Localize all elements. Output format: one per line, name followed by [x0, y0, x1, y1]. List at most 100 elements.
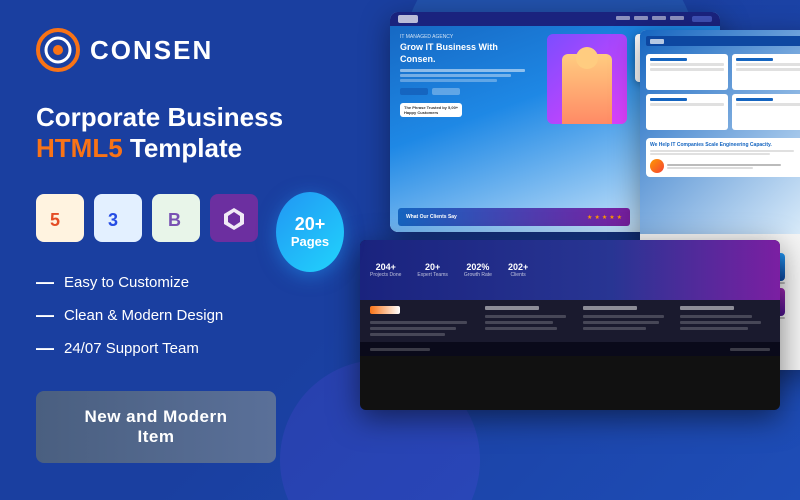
ss-dark-line1 [370, 321, 467, 324]
ss-card4-line1 [736, 98, 773, 101]
feature-text-3: 24/07 Support Team [64, 340, 199, 357]
ss-side-card-1 [646, 54, 728, 90]
ss-clients-say-banner: What Our Clients Say ★ ★ ★ ★ ★ [398, 208, 630, 226]
title-line1: Corporate Business [36, 102, 344, 133]
ss-nav-link-2 [634, 16, 648, 20]
ss-footer-bar [360, 342, 780, 356]
ss-stat-label-4: Clients [508, 272, 528, 278]
ss-bottom-dark [360, 300, 780, 342]
css3-icon: 3 [104, 204, 132, 232]
ss-dark-col4-l3 [680, 327, 747, 330]
ss-stat-label-2: Expert Teams [417, 272, 447, 278]
ss-hero-line3 [400, 79, 497, 82]
ss-dark-col3-l3 [583, 327, 646, 330]
bootstrap-icon-box: B [152, 194, 200, 242]
stack-icon-box [210, 194, 258, 242]
ss-it-line2 [650, 153, 770, 155]
ss-side-top: We Help IT Companies Scale Engineering C… [640, 30, 800, 234]
consen-logo-icon [36, 28, 80, 72]
ss-main-nav [390, 12, 720, 26]
ss-stat-num-4: 202+ [508, 262, 528, 272]
ss-card2-line3 [736, 68, 800, 71]
ss-dark-col3 [583, 306, 673, 336]
feature-text-2: Clean & Modern Design [64, 307, 223, 324]
left-panel: CONSEN Corporate Business HTML5 Template… [0, 0, 380, 500]
star-3: ★ [602, 214, 607, 221]
features-list: — Easy to Customize — Clean & Modern Des… [36, 272, 344, 359]
ss-dark-col2-title [485, 306, 539, 310]
ss-nav-link-4 [670, 16, 684, 20]
feature-dash-2: — [36, 305, 54, 326]
ss-side-logo [650, 39, 664, 44]
ss-dark-col3-l1 [583, 315, 664, 318]
ss-hero-btn1 [400, 88, 428, 95]
title-html5: HTML5 [36, 133, 123, 163]
ss-dark-col4 [680, 306, 770, 336]
ss-stat-3: 202% Growth Rate [464, 262, 492, 278]
ss-card3-line1 [650, 98, 687, 101]
ss-hero-text: IT MANAGED AGENCY Grow IT Business WithC… [400, 34, 539, 119]
feature-text-1: Easy to Customize [64, 274, 189, 291]
ss-person-head [576, 47, 598, 69]
pages-count: 20+ [295, 215, 326, 235]
ss-dark-col2-l2 [485, 321, 552, 324]
ss-nav-link-1 [616, 16, 630, 20]
pages-badge: 20+ Pages [276, 192, 344, 272]
ss-dark-line2 [370, 327, 456, 330]
feature-dash-1: — [36, 272, 54, 293]
ss-stat-num-2: 20+ [417, 262, 447, 272]
cta-button[interactable]: New and Modern Item [36, 391, 276, 463]
ss-hero-line1 [400, 69, 525, 72]
ss-hero-line2 [400, 74, 511, 77]
star-1: ★ [587, 214, 592, 221]
ss-it-company-title: We Help IT Companies Scale Engineering C… [650, 142, 800, 148]
ss-card1-line1 [650, 58, 687, 61]
ss-dark-col4-title [680, 306, 734, 310]
ss-dark-col4-l2 [680, 321, 761, 324]
html5-icon-box: 5 [36, 194, 84, 242]
screenshot-bottom: 204+ Projects Done 20+ Expert Teams 202%… [360, 240, 780, 410]
ss-clients-say-text: What Our Clients Say [406, 214, 457, 220]
ss-side-grid [646, 54, 800, 130]
right-panel: IT MANAGED AGENCY Grow IT Business WithC… [360, 0, 800, 500]
ss-stats-row: 204+ Projects Done 20+ Expert Teams 202%… [370, 262, 770, 278]
ss-card4-line2 [736, 103, 800, 106]
ss-hero-btns [400, 88, 539, 95]
title-area: Corporate Business HTML5 Template [36, 102, 344, 164]
tech-icons-group: 5 3 B [36, 194, 258, 242]
ss-trusted-badge: The Phrase Trusted by 5,00+Happy Custome… [400, 103, 462, 117]
ss-card1-line3 [650, 68, 724, 71]
ss-stats-strip: 204+ Projects Done 20+ Expert Teams 202%… [360, 240, 780, 300]
ss-nav-link-3 [652, 16, 666, 20]
ss-card2-line2 [736, 63, 800, 66]
ss-card3-line2 [650, 103, 724, 106]
ss-stars: ★ ★ ★ ★ ★ [587, 214, 622, 221]
star-2: ★ [594, 214, 599, 221]
feature-item-1: — Easy to Customize [36, 272, 344, 293]
ss-dark-col2-l1 [485, 315, 566, 318]
ss-hero-btn2 [432, 88, 460, 95]
svg-text:5: 5 [50, 210, 60, 230]
logo-area: CONSEN [36, 28, 344, 72]
ss-dark-col3-title [583, 306, 637, 310]
feature-dash-3: — [36, 338, 54, 359]
ss-hero-title: Grow IT Business WithConsen. [400, 42, 539, 65]
ss-it-person [650, 159, 800, 173]
ss-side-card-4 [732, 94, 800, 130]
ss-nav-links [616, 16, 712, 22]
ss-stat-4: 202+ Clients [508, 262, 528, 278]
ss-hero-img [547, 34, 627, 124]
title-line2: HTML5 Template [36, 133, 344, 164]
ss-stat-label-3: Growth Rate [464, 272, 492, 278]
title-template: Template [123, 133, 242, 163]
ss-dark-col4-l1 [680, 315, 752, 318]
ss-footer-right [730, 348, 770, 351]
ss-it-pline2 [667, 167, 753, 169]
ss-it-line1 [650, 150, 794, 152]
star-5: ★ [617, 214, 622, 221]
svg-text:3: 3 [108, 210, 118, 230]
ss-card1-line2 [650, 63, 724, 66]
feature-item-2: — Clean & Modern Design [36, 305, 344, 326]
ss-it-company-box: We Help IT Companies Scale Engineering C… [646, 138, 800, 177]
ss-side-card-3 [646, 94, 728, 130]
